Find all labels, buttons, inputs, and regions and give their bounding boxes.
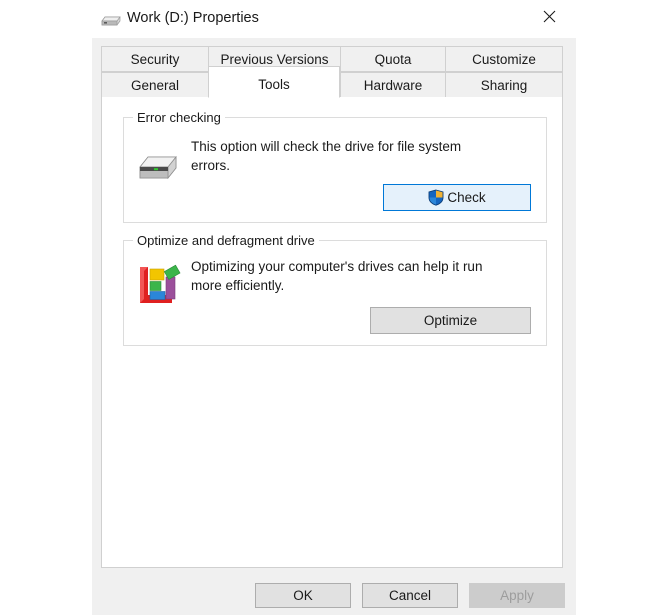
optimize-button[interactable]: Optimize — [370, 307, 531, 334]
close-icon[interactable] — [527, 0, 571, 32]
optimize-group: Optimize and defragment drive Optimizing… — [123, 233, 547, 346]
tab-customize[interactable]: Customize — [445, 46, 563, 72]
tab-sharing[interactable]: Sharing — [445, 72, 563, 98]
tab-strip: Security Previous Versions Quota Customi… — [101, 46, 563, 98]
optimize-group-title: Optimize and defragment drive — [133, 233, 319, 248]
optimize-description: Optimizing your computer's drives can he… — [191, 259, 483, 293]
window-title: Work (D:) Properties — [127, 10, 259, 26]
cancel-button[interactable]: Cancel — [362, 583, 458, 608]
title-bar: Work (D:) Properties — [92, 0, 576, 38]
tab-row-2: General Tools Hardware Sharing — [101, 66, 563, 98]
dialog-footer: OK Cancel Apply — [92, 568, 576, 615]
defragment-icon — [134, 263, 182, 307]
tab-tools[interactable]: Tools — [208, 66, 340, 98]
properties-dialog: Work (D:) Properties Security Previous V… — [92, 0, 576, 615]
hard-drive-icon — [134, 145, 182, 189]
ok-button[interactable]: OK — [255, 583, 351, 608]
check-button-label: Check — [447, 190, 486, 205]
apply-button: Apply — [469, 583, 565, 608]
tab-quota[interactable]: Quota — [340, 46, 445, 72]
check-button[interactable]: Check — [383, 184, 531, 211]
uac-shield-icon — [428, 189, 444, 206]
tab-hardware[interactable]: Hardware — [340, 72, 445, 98]
hard-drive-icon — [100, 13, 122, 27]
tab-general[interactable]: General — [101, 72, 208, 98]
error-checking-group-title: Error checking — [133, 110, 225, 125]
error-checking-group: Error checking This option will check th… — [123, 110, 547, 223]
tools-tab-panel: Error checking This option will check th… — [101, 97, 563, 568]
error-checking-description: This option will check the drive for fil… — [191, 139, 462, 173]
tab-security[interactable]: Security — [101, 46, 208, 72]
